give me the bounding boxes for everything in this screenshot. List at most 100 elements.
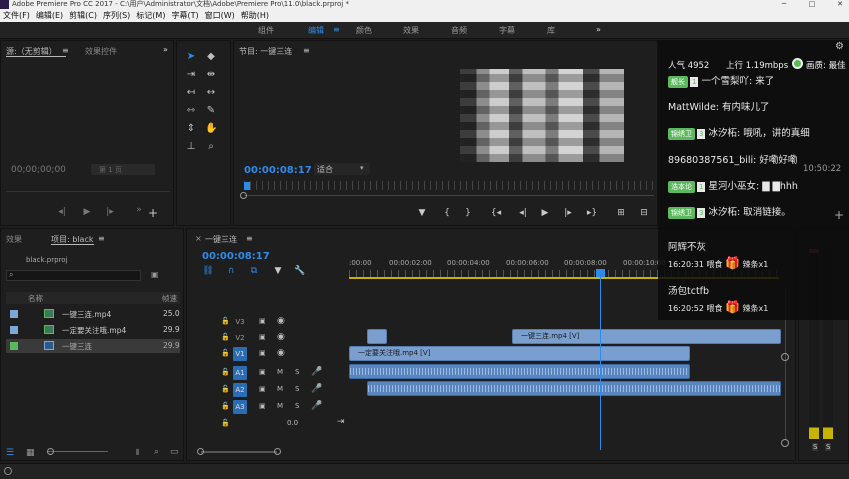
sync-lock-icon[interactable]: ▣ bbox=[259, 385, 266, 393]
workspace-libraries[interactable]: 库 bbox=[547, 25, 555, 36]
add-marker-icon[interactable]: ▼ bbox=[272, 266, 284, 276]
master-volume[interactable]: 0.0 bbox=[287, 419, 298, 427]
mark-in-icon[interactable]: { bbox=[441, 208, 453, 218]
menu-title[interactable]: 字幕(T) bbox=[168, 9, 201, 22]
list-item[interactable]: 一定要关注哦.mp4 29.9 bbox=[6, 323, 180, 337]
pen-tool-icon[interactable]: ✎ bbox=[205, 105, 217, 117]
expand-plus-icon[interactable]: + bbox=[834, 208, 844, 222]
icon-view-icon[interactable]: ▦ bbox=[26, 448, 35, 458]
track-target[interactable]: A2 bbox=[233, 383, 247, 397]
tab-sequence[interactable]: 一键三连 bbox=[205, 234, 237, 245]
step-forward-icon[interactable]: |▸ bbox=[104, 207, 116, 217]
type-tool-icon[interactable]: ⊥ bbox=[185, 141, 197, 153]
timeline-menu-icon[interactable]: ≡ bbox=[246, 234, 253, 243]
solo-button[interactable]: S bbox=[295, 385, 299, 393]
go-to-out-icon[interactable]: ▸} bbox=[586, 208, 598, 218]
zoom-slider[interactable] bbox=[48, 451, 108, 452]
lock-icon[interactable]: 🔓 bbox=[221, 333, 230, 341]
find-icon[interactable]: ⌕ bbox=[154, 447, 159, 457]
solo-button[interactable]: S bbox=[295, 402, 299, 410]
lift-icon[interactable]: ⊞ bbox=[615, 208, 627, 218]
settings-wrench-icon[interactable]: 🔧 bbox=[294, 266, 306, 276]
tab-effect-controls[interactable]: 效果控件 bbox=[85, 46, 117, 57]
rate-stretch-icon[interactable]: ↔ bbox=[205, 87, 217, 99]
sync-lock-icon[interactable]: ▣ bbox=[259, 368, 266, 376]
program-timecode[interactable]: 00:00:08:17 bbox=[244, 165, 312, 176]
track-target[interactable]: A1 bbox=[233, 366, 247, 380]
add-marker-icon[interactable]: ▼ bbox=[416, 208, 428, 218]
sync-lock-icon[interactable]: ▣ bbox=[259, 333, 266, 341]
step-back-icon[interactable]: ◂| bbox=[56, 207, 68, 217]
lock-icon[interactable]: 🔓 bbox=[221, 385, 230, 393]
tab-program[interactable]: 节目: 一键三连 bbox=[239, 46, 292, 57]
workspace-more-icon[interactable]: » bbox=[596, 25, 601, 34]
close-icon[interactable]: ✕ bbox=[834, 0, 846, 9]
play-icon[interactable]: ▶ bbox=[539, 208, 551, 218]
rolling-edit-icon[interactable]: ↤ bbox=[185, 87, 197, 99]
track-target[interactable]: A3 bbox=[233, 400, 247, 414]
extract-icon[interactable]: ⊟ bbox=[638, 208, 650, 218]
track-target[interactable]: V3 bbox=[233, 315, 247, 329]
meter-solo-left[interactable]: S bbox=[812, 443, 819, 451]
timeline-playhead-handle[interactable] bbox=[596, 269, 605, 277]
project-menu-icon[interactable]: ≡ bbox=[98, 234, 105, 243]
program-ruler[interactable] bbox=[244, 181, 654, 190]
lock-icon[interactable]: 🔓 bbox=[221, 419, 230, 427]
lock-icon[interactable]: 🔓 bbox=[221, 349, 230, 357]
source-scrubber[interactable] bbox=[6, 191, 170, 192]
hand-tool-icon[interactable]: ✋ bbox=[205, 123, 217, 135]
mark-out-icon[interactable]: } bbox=[462, 208, 474, 218]
list-view-icon[interactable]: ☰ bbox=[6, 448, 14, 458]
scroll-handle-right[interactable] bbox=[274, 448, 281, 455]
mute-button[interactable]: M bbox=[277, 385, 283, 393]
workspace-menu-icon[interactable]: ≡ bbox=[333, 25, 340, 34]
sync-lock-icon[interactable]: ▣ bbox=[259, 349, 266, 357]
v-scroll-handle[interactable] bbox=[781, 439, 789, 447]
tab-effects[interactable]: 效果 bbox=[6, 234, 22, 245]
menu-window[interactable]: 窗口(W) bbox=[202, 9, 238, 22]
workspace-effects[interactable]: 效果 bbox=[403, 25, 419, 36]
maximize-icon[interactable]: □ bbox=[806, 0, 818, 9]
source-page-select[interactable]: 第 1 页 bbox=[91, 164, 155, 175]
go-to-end-icon[interactable]: ⇥ bbox=[337, 417, 345, 427]
zoom-tool-icon[interactable]: ⌕ bbox=[205, 141, 217, 153]
more-controls-icon[interactable]: » bbox=[133, 205, 145, 215]
lock-icon[interactable]: 🔓 bbox=[221, 402, 230, 410]
clip-v2-small[interactable] bbox=[367, 329, 387, 344]
step-forward-icon[interactable]: |▸ bbox=[562, 208, 574, 218]
snap-icon[interactable]: ∩ bbox=[225, 266, 237, 276]
slip-tool-icon[interactable]: ⇿ bbox=[185, 105, 197, 117]
selection-tool-icon[interactable]: ➤ bbox=[185, 51, 197, 63]
program-playhead[interactable] bbox=[244, 182, 250, 190]
program-zoom-bar[interactable] bbox=[244, 195, 654, 196]
linked-selection-icon[interactable]: ⧉ bbox=[248, 266, 260, 276]
eye-icon[interactable]: ◉ bbox=[277, 332, 285, 342]
sync-lock-icon[interactable]: ▣ bbox=[259, 317, 266, 325]
menu-help[interactable]: 帮助(H) bbox=[238, 9, 272, 22]
microphone-icon[interactable]: 🎤 bbox=[311, 367, 322, 377]
lock-icon[interactable]: 🔓 bbox=[221, 317, 230, 325]
workspace-editing[interactable]: 编辑 bbox=[308, 25, 324, 36]
slide-tool-icon[interactable]: ⇕ bbox=[185, 123, 197, 135]
timeline-timecode[interactable]: 00:00:08:17 bbox=[202, 251, 270, 262]
settings-gear-icon[interactable]: ⚙ bbox=[835, 41, 844, 52]
track-target[interactable]: V2 bbox=[233, 331, 247, 345]
eye-icon[interactable]: ◉ bbox=[277, 316, 285, 326]
zoom-handle-left[interactable] bbox=[240, 192, 247, 199]
ripple-edit-icon[interactable]: ⇹ bbox=[205, 69, 217, 81]
lock-icon[interactable]: 🔓 bbox=[221, 368, 230, 376]
mute-button[interactable]: M bbox=[277, 368, 283, 376]
timeline-playhead-line[interactable] bbox=[600, 275, 601, 450]
solo-button[interactable]: S bbox=[295, 368, 299, 376]
close-tab-icon[interactable]: × bbox=[195, 234, 202, 243]
microphone-icon[interactable]: 🎤 bbox=[311, 384, 322, 394]
menu-marker[interactable]: 标记(M) bbox=[133, 9, 168, 22]
track-select-icon[interactable]: ⇥ bbox=[185, 69, 197, 81]
meter-solo-right[interactable]: S bbox=[825, 443, 832, 451]
play-icon[interactable]: ▶ bbox=[81, 207, 93, 217]
eye-icon[interactable]: ◉ bbox=[277, 348, 285, 358]
workspace-audio[interactable]: 音频 bbox=[451, 25, 467, 36]
menu-file[interactable]: 文件(F) bbox=[0, 9, 33, 22]
add-button-icon[interactable]: + bbox=[147, 207, 159, 219]
minimize-icon[interactable]: ─ bbox=[778, 0, 790, 9]
